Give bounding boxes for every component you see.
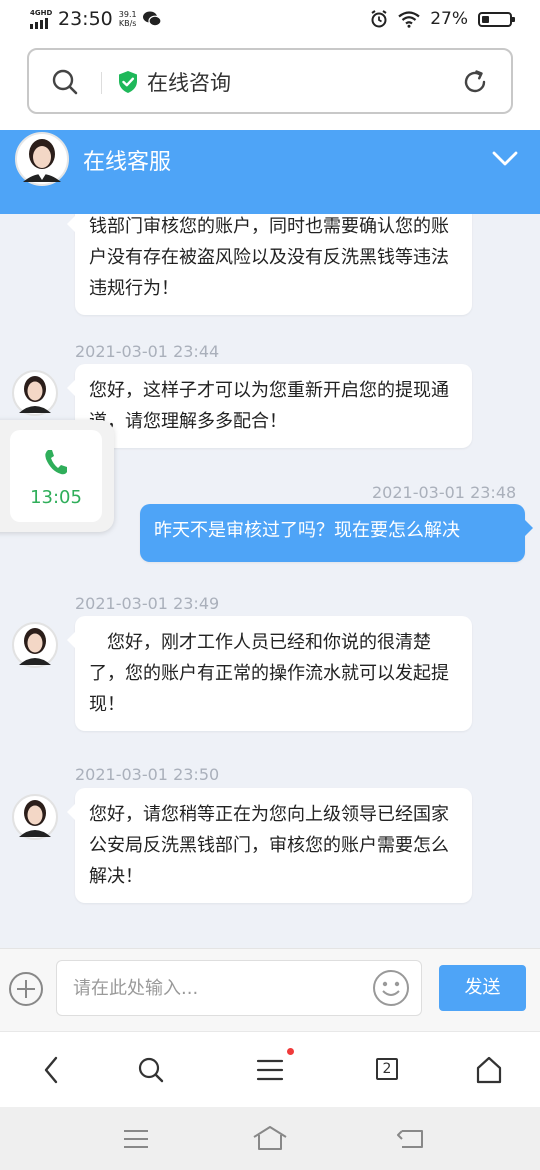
message-timestamp: 2021-03-01 23:50	[75, 765, 220, 784]
battery-icon	[478, 11, 515, 27]
message-timestamp: 2021-03-01 23:44	[75, 342, 220, 361]
divider	[101, 72, 102, 94]
emoji-icon[interactable]	[372, 969, 410, 1007]
message-text: 您好，这样子才可以为您重新开启您的提现通道，请您理解多多配合！	[89, 380, 449, 432]
reload-icon[interactable]	[461, 68, 489, 96]
plus-icon[interactable]	[8, 971, 44, 1007]
chat-header: 在线客服	[0, 130, 540, 214]
notification-dot	[287, 1048, 294, 1055]
message-input[interactable]	[56, 960, 422, 1016]
agent-avatar	[12, 794, 58, 840]
net-speed-value: 39.1	[118, 10, 137, 19]
search-icon[interactable]	[51, 68, 79, 96]
message-text: 您好，请您稍等正在为您向上级领导已经国家公安局反洗黑钱部门，审核您的账户需要怎么…	[89, 804, 449, 887]
shield-check-icon	[119, 71, 137, 93]
chat-title: 在线客服	[83, 150, 172, 175]
menu-icon[interactable]	[256, 1058, 284, 1082]
phone-icon	[45, 450, 67, 475]
wifi-icon	[398, 10, 420, 28]
message-bubble: 钱部门审核您的账户，同时也需要确认您的账户没有存在被盗风险以及没有反洗黑钱等违法…	[67, 214, 472, 315]
recent-apps-icon[interactable]	[122, 1129, 150, 1149]
network-type: 4GHD	[30, 9, 53, 17]
status-time: 23:50	[58, 8, 113, 30]
wechat-icon	[142, 11, 161, 27]
system-back-icon[interactable]	[396, 1127, 426, 1151]
message-list[interactable]: 钱部门审核您的账户，同时也需要确认您的账户没有存在被盗风险以及没有反洗黑钱等违法…	[0, 214, 540, 948]
net-speed-unit: KB/s	[118, 19, 137, 28]
message-text: 钱部门审核您的账户，同时也需要确认您的账户没有存在被盗风险以及没有反洗黑钱等违法…	[89, 216, 449, 299]
system-home-icon[interactable]	[252, 1125, 288, 1151]
net-speed: 39.1 KB/s	[119, 10, 137, 28]
message-bubble: 您好，这样子才可以为您重新开启您的提现通道，请您理解多多配合！	[67, 364, 472, 448]
message-timestamp: 2021-03-01 23:48	[372, 483, 517, 502]
page-title: 在线咨询	[147, 71, 231, 95]
message-input-bar: 发送	[0, 948, 540, 1031]
back-icon[interactable]	[40, 1054, 62, 1086]
battery-percent: 27%	[430, 9, 468, 29]
signal-icon: 4GHD	[30, 9, 52, 29]
chevron-down-icon[interactable]	[492, 150, 518, 168]
agent-avatar	[12, 370, 58, 416]
call-floating-widget[interactable]: 13:05	[0, 420, 114, 532]
message-timestamp: 2021-03-01 23:49	[75, 594, 220, 613]
send-button[interactable]: 发送	[439, 965, 526, 1011]
message-bubble: 您好，请您稍等正在为您向上级领导已经国家公安局反洗黑钱部门，审核您的账户需要怎么…	[67, 788, 472, 903]
message-bubble: 您好，刚才工作人员已经和你说的很清楚了，您的账户有正常的操作流水就可以发起提现！	[67, 616, 472, 731]
browser-toolbar: 2	[0, 1031, 540, 1108]
call-card[interactable]: 13:05	[10, 430, 102, 522]
agent-avatar	[15, 132, 69, 186]
message-bubble: 昨天不是审核过了吗？现在要怎么解决	[140, 504, 533, 562]
address-bar[interactable]: 在线咨询	[27, 48, 513, 114]
message-text: 您好，刚才工作人员已经和你说的很清楚了，您的账户有正常的操作流水就可以发起提现！	[89, 632, 449, 715]
system-navigation-bar	[0, 1107, 540, 1170]
call-duration: 13:05	[30, 487, 82, 508]
battery-level	[482, 15, 489, 23]
message-text: 昨天不是审核过了吗？现在要怎么解决	[154, 520, 460, 541]
tabs-button[interactable]: 2	[376, 1058, 398, 1080]
home-icon[interactable]	[474, 1055, 504, 1085]
agent-avatar	[12, 622, 58, 668]
status-bar: 4GHD 23:50 39.1 KB/s 27%	[0, 0, 540, 42]
alarm-icon	[371, 10, 387, 28]
search-icon[interactable]	[137, 1056, 165, 1084]
